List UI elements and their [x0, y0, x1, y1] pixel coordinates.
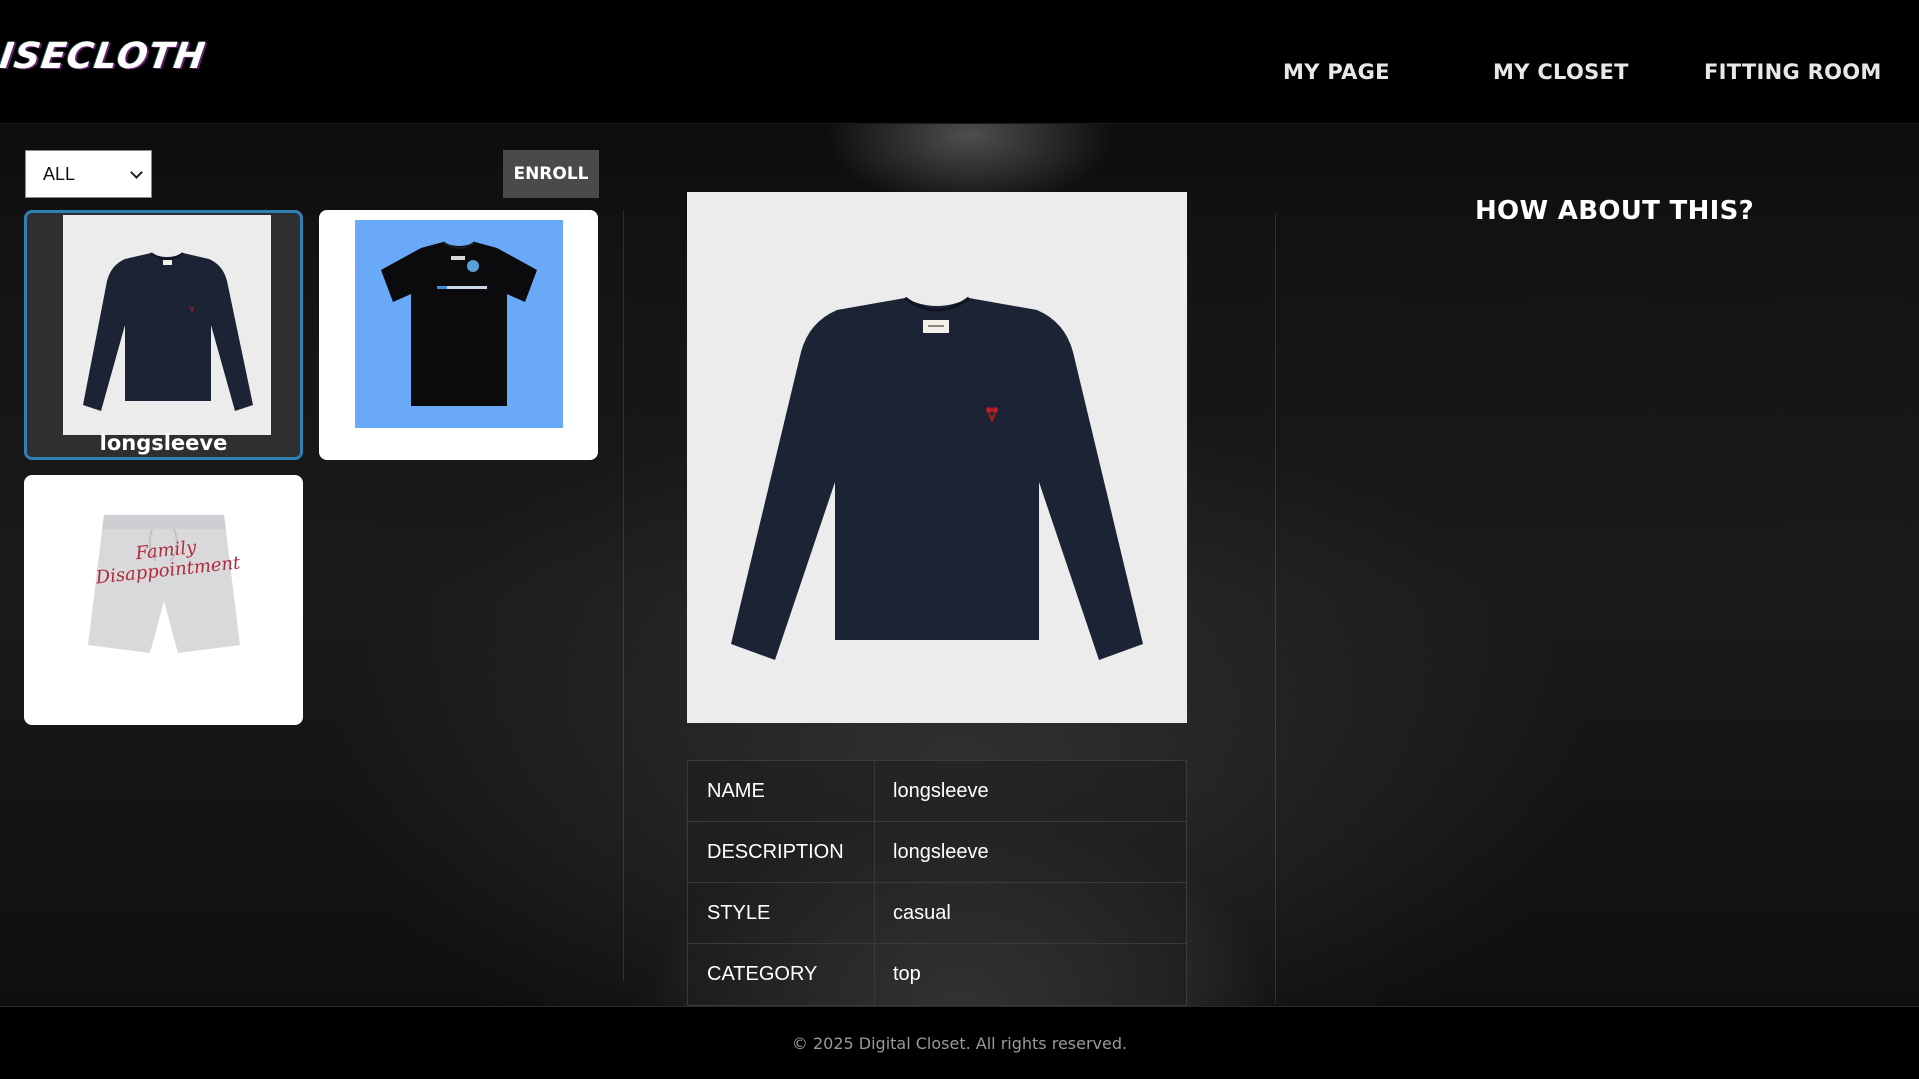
detail-row-name: NAME longsleeve: [688, 761, 1186, 822]
copyright-text: © 2025 Digital Closet. All rights reserv…: [791, 1034, 1128, 1053]
closet-item-caption: longsleeve: [99, 431, 228, 455]
detail-cell-divider: [874, 944, 875, 1005]
nav-my-closet[interactable]: MY CLOSET: [1493, 60, 1629, 84]
black-tshirt-icon: [355, 220, 563, 428]
nav-my-page[interactable]: MY PAGE: [1283, 60, 1390, 84]
panel-divider: [1275, 214, 1276, 1004]
detail-cell-divider: [874, 883, 875, 943]
detail-label: CATEGORY: [707, 963, 818, 985]
navy-longsleeve-icon: [63, 215, 271, 435]
category-filter-select[interactable]: ALL: [25, 150, 152, 198]
chevron-down-icon: [130, 166, 143, 179]
detail-row-category: CATEGORY top: [688, 944, 1186, 1005]
detail-value: casual: [893, 902, 951, 924]
category-filter-value: ALL: [43, 163, 76, 184]
grey-shorts-icon: Family Disappointment: [74, 505, 254, 695]
detail-label: NAME: [707, 780, 765, 802]
suggestion-title: HOW ABOUT THIS?: [1475, 196, 1755, 226]
detail-label: DESCRIPTION: [707, 841, 844, 863]
panel-divider: [623, 210, 624, 980]
page-footer: © 2025 Digital Closet. All rights reserv…: [0, 1006, 1919, 1079]
navy-longsleeve-icon: [731, 296, 1143, 660]
enroll-button[interactable]: ENROLL: [503, 150, 599, 198]
detail-cell-divider: [874, 822, 875, 882]
detail-label: STYLE: [707, 902, 771, 924]
nav-fitting-room[interactable]: FITTING ROOM: [1704, 60, 1882, 84]
closet-item-card[interactable]: Family Disappointment: [24, 475, 303, 725]
detail-cell-divider: [874, 761, 875, 821]
detail-row-description: DESCRIPTION longsleeve: [688, 822, 1186, 883]
detail-value: longsleeve: [893, 780, 989, 802]
closet-item-card[interactable]: longsleeve: [24, 210, 303, 460]
site-logo[interactable]: ISECLOTH: [0, 36, 208, 77]
detail-value: longsleeve: [893, 841, 989, 863]
closet-item-card[interactable]: [319, 210, 598, 460]
detail-row-style: STYLE casual: [688, 883, 1186, 944]
top-header: ISECLOTH MY PAGE MY CLOSET FITTING ROOM: [0, 0, 1919, 124]
detail-value: top: [893, 963, 921, 985]
item-detail-table: NAME longsleeve DESCRIPTION longsleeve S…: [687, 760, 1187, 1006]
selected-item-image: [687, 192, 1187, 723]
